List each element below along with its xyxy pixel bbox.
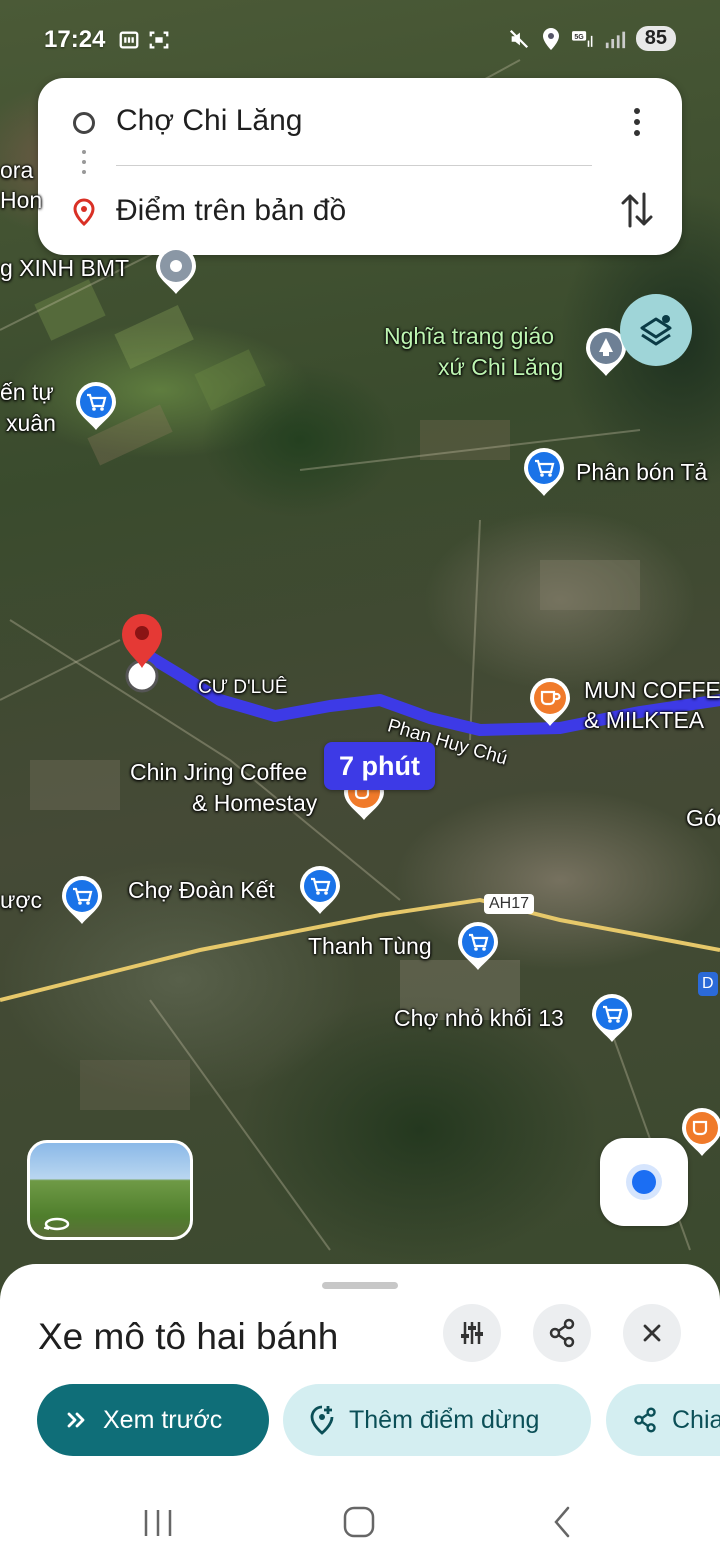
more-options-button[interactable] [622,104,652,140]
close-directions-button[interactable] [623,1304,681,1362]
battery-indicator: 85 [635,26,676,51]
mute-icon [508,27,530,51]
recent-apps-button[interactable] [142,1504,174,1545]
cafe-pin[interactable] [528,676,572,728]
map-label-sieu-thi[interactable]: ến tự [0,378,54,407]
my-location-button[interactable] [600,1138,688,1226]
back-chevron-icon [554,1506,570,1538]
location-icon [540,27,562,51]
share-chip-label: Chia [672,1405,720,1434]
shopping-cart-pin[interactable] [60,874,104,926]
shopping-cart-pin[interactable] [522,446,566,498]
shopping-cart-pin[interactable] [590,992,634,1044]
destination-marker-icon[interactable] [114,606,170,696]
origin-circle-icon [73,112,95,134]
status-notification-icons [118,28,170,52]
map-label-mun-coffee-line2[interactable]: & MILKTEA [584,706,704,735]
recent-apps-icon [144,1510,172,1536]
map-label-nghia-trang-line2[interactable]: xứ Chi Lăng [438,353,563,382]
add-stop-label: Thêm điểm dừng [349,1405,540,1434]
map-layers-button[interactable] [620,294,692,366]
route-connector-dots [82,150,86,180]
svg-text:5G: 5G [574,34,584,41]
layers-icon [640,315,672,346]
map-label-chin-jring[interactable]: Chin Jring Coffee [130,758,307,787]
map-label-xinh-bmt[interactable]: g XINH BMT [0,254,129,283]
share-icon [549,1318,575,1348]
map-label-edge: Hon [0,187,43,213]
map-label-edge: ora [0,157,34,183]
directions-bottom-sheet: Xe mô tô hai bánh Xem trước Thêm điểm dừ… [0,1264,720,1559]
my-location-dot-icon [632,1170,656,1194]
status-time: 17:24 [44,26,106,53]
map-label-phan-bon[interactable]: Phân bón Tả [576,458,707,487]
destination-pin-icon [72,198,96,231]
home-button[interactable] [342,1504,376,1545]
share-icon [632,1407,658,1433]
shopping-cart-pin[interactable] [456,920,500,972]
close-icon [643,1324,661,1342]
route-divider [116,165,592,166]
system-navigation-bar [0,1492,720,1559]
map-label-sieu-thi-line2[interactable]: xuân [6,409,56,438]
add-location-icon [309,1405,335,1435]
place-pin-gray[interactable] [154,244,198,296]
status-system-icons: 5G 85 [508,26,676,51]
screenshot-icon [148,28,170,52]
map-label-duoc[interactable]: ược [0,886,42,915]
swap-route-button[interactable] [620,190,654,235]
status-bar: 17:24 5G 85 [0,0,720,78]
share-chip-button[interactable]: Chia [606,1384,720,1456]
signal-bars-icon [604,27,626,51]
tune-sliders-icon [461,1322,483,1344]
origin-field[interactable]: Chợ Chi Lăng [116,104,302,138]
share-route-button[interactable] [533,1304,591,1362]
map-label-mun-coffee[interactable]: MUN COFFE [584,676,720,705]
map-label-nghia-trang[interactable]: Nghĩa trang giáo [384,322,554,351]
cafe-pin[interactable] [680,1106,720,1158]
travel-time-bubble[interactable]: 7 phút [324,742,435,790]
preview-label: Xem trước [103,1405,223,1434]
street-view-thumbnail[interactable] [27,1140,193,1240]
store-icon [118,28,140,52]
preview-button[interactable]: Xem trước [37,1384,269,1456]
home-icon [343,1506,375,1538]
travel-mode-title: Xe mô tô hai bánh [38,1316,339,1357]
add-stop-button[interactable]: Thêm điểm dừng [283,1384,591,1456]
route-options-button[interactable] [443,1304,501,1362]
sheet-drag-handle[interactable] [322,1282,398,1289]
swap-arrows-icon [621,192,653,228]
highway-shield-ah17: AH17 [484,894,535,914]
map-label-edge-d: D [698,972,718,996]
shopping-cart-pin[interactable] [74,380,118,432]
map-label-cho-doan-ket[interactable]: Chợ Đoàn Kết [128,876,275,905]
double-chevron-icon [65,1410,89,1430]
map-label-goc[interactable]: Góc [686,804,720,833]
signal-5g-icon: 5G [571,27,594,51]
map-label-cho-nho[interactable]: Chợ nhỏ khối 13 [394,1004,564,1033]
shopping-cart-pin[interactable] [298,864,342,916]
rotate-360-icon [44,1217,70,1231]
destination-field[interactable]: Điểm trên bản đồ [116,194,346,228]
map-label-chin-jring-line2[interactable]: & Homestay [192,789,317,818]
map-label-cu-dlue: CƯ D'LUÊ [198,677,288,698]
back-button[interactable] [548,1504,576,1545]
map-label-thanh-tung[interactable]: Thanh Tùng [308,932,432,961]
